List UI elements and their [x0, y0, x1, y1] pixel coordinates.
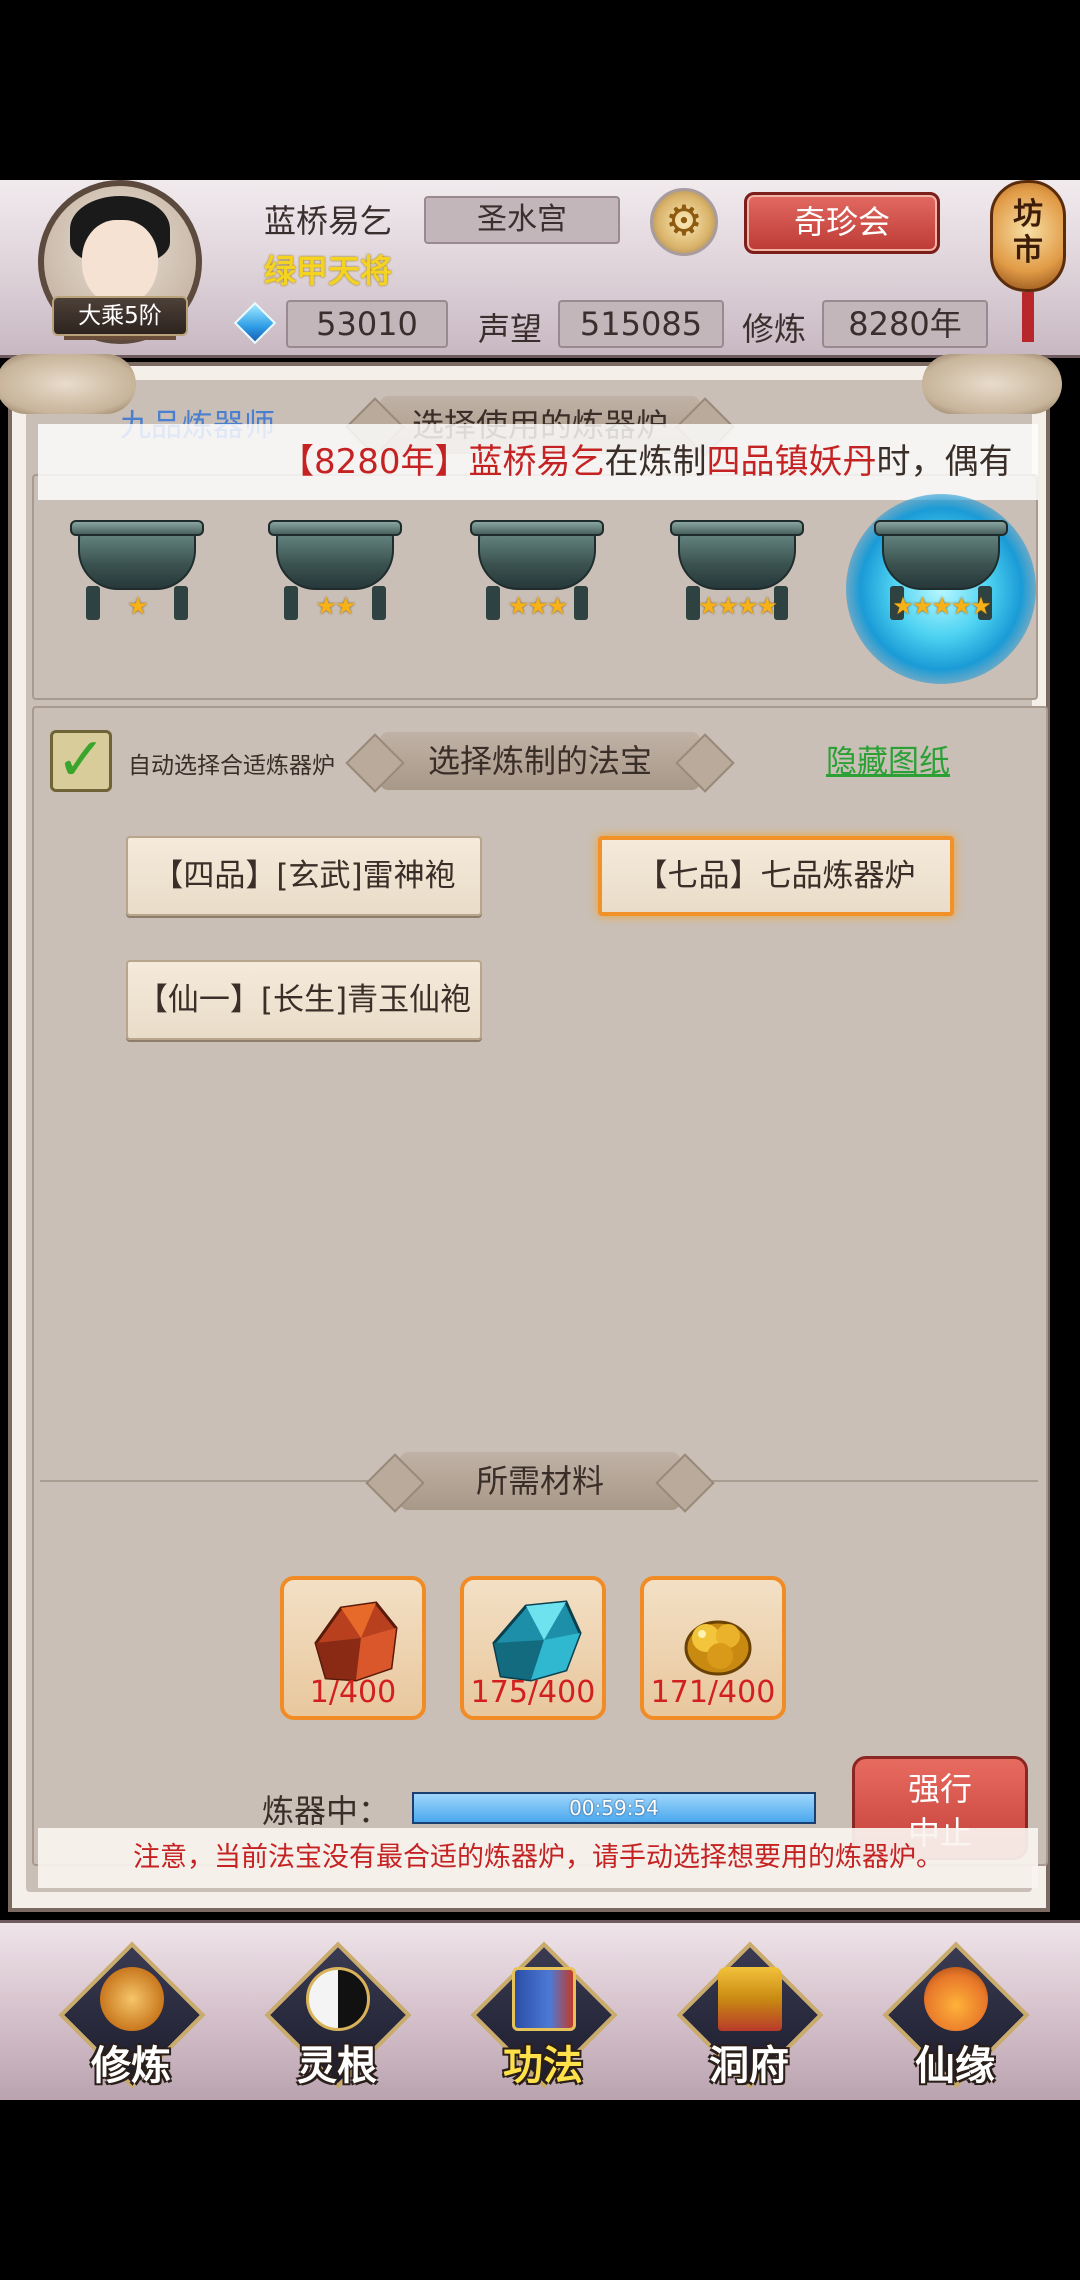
player-name: 蓝桥易乞: [264, 202, 393, 240]
furnace-1-star[interactable]: ★: [70, 510, 204, 632]
avatar-face: [82, 220, 158, 306]
cultivation-value: 8280年: [822, 300, 988, 348]
auto-select-checkbox[interactable]: ✓: [50, 730, 112, 792]
furnace-stars: ★★: [315, 592, 356, 620]
spirit-root-icon: [306, 1967, 370, 2031]
treasure-item-button[interactable]: 【仙一】[长生]青玉仙袍: [126, 960, 482, 1040]
furnace-5-star[interactable]: ★★★★★: [874, 510, 1008, 632]
furnace-2-star[interactable]: ★★: [268, 510, 402, 632]
lantern-tassel: [1022, 292, 1034, 342]
nav-cave-dwelling[interactable]: 洞府: [674, 1941, 824, 2091]
nav-label: 灵根: [297, 2043, 377, 2089]
furnace-bowl: [882, 528, 1000, 590]
material-count: 175/400: [470, 1675, 596, 1710]
cultivation-label: 修炼: [742, 310, 807, 348]
cloud-ornament-left: [0, 354, 136, 414]
marquee-item: 四品镇妖丹: [706, 442, 877, 482]
furnace-rim: [874, 520, 1008, 536]
furnace-bowl: [678, 528, 796, 590]
sect-name: 圣水宫: [424, 196, 620, 244]
market-lantern-button[interactable]: 坊市: [990, 180, 1066, 292]
furnace-stars: ★: [127, 592, 149, 620]
treasure-item-button[interactable]: 【四品】[玄武]雷神袍: [126, 836, 482, 916]
nav-fate[interactable]: 仙缘: [880, 1941, 1030, 2091]
nav-technique[interactable]: 功法: [468, 1941, 618, 2091]
furnace-4-star[interactable]: ★★★★: [670, 510, 804, 632]
marquee-text-1: 在炼制: [604, 442, 707, 482]
material-slot-blue-crystal[interactable]: 175/400: [460, 1576, 606, 1720]
blue-crystal-icon: [492, 1600, 582, 1682]
treasure-section-banner: 选择炼制的法宝: [380, 732, 700, 790]
crafting-status-label: 炼器中：: [262, 1792, 391, 1830]
nav-label: 功法: [503, 2043, 583, 2089]
reputation-value: 515085: [558, 300, 724, 348]
reputation-label: 声望: [478, 310, 543, 348]
marquee-player: 蓝桥易乞: [468, 442, 605, 482]
furnace-3-star[interactable]: ★★★: [470, 510, 604, 632]
player-title: 绿甲天将: [264, 252, 393, 290]
cultivate-icon: [100, 1967, 164, 2031]
material-count: 171/400: [650, 1675, 776, 1710]
furnace-rim: [670, 520, 804, 536]
red-ore-icon: [314, 1601, 398, 1682]
nav-label: 仙缘: [915, 2043, 995, 2089]
nav-spirit-root[interactable]: 灵根: [262, 1941, 412, 2091]
furnace-bowl: [478, 528, 596, 590]
nav-label: 修炼: [91, 2043, 171, 2089]
player-header: 大乘5阶 蓝桥易乞 绿甲天将 圣水宫 ⚙ 奇珍会 坊市 53010 声望 515…: [0, 180, 1080, 358]
technique-book-icon: [512, 1967, 576, 2031]
blue-gem-icon: [233, 301, 277, 345]
furnace-stars: ★★★★★: [892, 592, 992, 620]
furnace-bowl: [276, 528, 394, 590]
furnace-rim: [268, 520, 402, 536]
furnace-rim: [70, 520, 204, 536]
furnace-stars: ★★★★: [697, 592, 778, 620]
cloud-ornament-right: [922, 354, 1062, 414]
treasure-item-button-selected[interactable]: 【七品】七品炼器炉: [598, 836, 954, 916]
cave-dwelling-icon: [718, 1967, 782, 2031]
furnace-bowl: [78, 528, 196, 590]
gem-count: 53010: [286, 300, 448, 348]
gold-nugget-icon: [684, 1620, 752, 1676]
materials-banner: 所需材料: [400, 1452, 680, 1510]
hide-blueprints-link[interactable]: 隐藏图纸: [826, 736, 950, 781]
nav-cultivate[interactable]: 修炼: [56, 1941, 206, 2091]
marquee-year: 8280年: [314, 442, 435, 482]
material-count: 1/400: [309, 1675, 397, 1710]
marquee-bracket-close: 】: [434, 442, 469, 482]
material-slot-gold-nugget[interactable]: 171/400: [640, 1576, 786, 1720]
crafting-timer: 00:59:54: [569, 1796, 659, 1820]
auto-select-label: 自动选择合适炼器炉: [128, 753, 335, 779]
marquee-text-2: 时，偶有: [876, 442, 1013, 482]
nav-label: 洞府: [709, 2043, 789, 2089]
treasure-auction-button[interactable]: 奇珍会: [744, 192, 940, 254]
force-stop-label-1: 强行: [907, 1770, 972, 1808]
rank-badge: 大乘5阶: [52, 296, 188, 336]
crafting-progress-bar: 00:59:54: [412, 1792, 816, 1824]
notice-message: 注意，当前法宝没有最合适的炼器炉，请手动选择想要用的炼器炉。: [38, 1828, 1038, 1888]
material-slot-red-ore[interactable]: 1/400: [280, 1576, 426, 1720]
furnace-stars: ★★★: [507, 592, 569, 620]
gourd-icon: [924, 1967, 988, 2031]
market-label: 坊市: [1013, 197, 1043, 268]
bottom-navigation: 修炼 灵根 功法 洞府 仙缘: [0, 1920, 1080, 2100]
gear-icon[interactable]: ⚙: [650, 188, 718, 256]
marquee-bracket-open: 【: [280, 442, 314, 482]
system-announcement-marquee: 【8280年】蓝桥易乞在炼制四品镇妖丹时，偶有: [38, 424, 1038, 500]
furnace-rim: [470, 520, 604, 536]
